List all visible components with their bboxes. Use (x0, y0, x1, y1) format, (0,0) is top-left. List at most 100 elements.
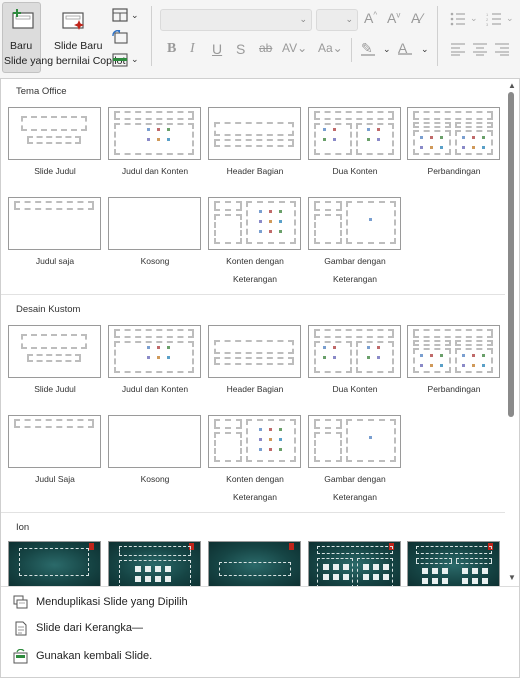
content-icon (363, 574, 369, 580)
layout-thumb-dua-konten[interactable] (308, 107, 401, 160)
section-icon[interactable] (112, 53, 128, 67)
placeholder-box (27, 354, 81, 362)
numbering-icon[interactable]: 123 (486, 12, 502, 26)
layout-thumb-header-bagian[interactable] (208, 325, 301, 378)
content-icon (383, 564, 389, 570)
layout-thumb-gambar-dengan-keterangan[interactable] (308, 197, 401, 250)
ion-layout-thumb[interactable] (108, 541, 201, 586)
content-icon (323, 356, 326, 359)
content-icon (377, 356, 380, 359)
ion-layout-thumb[interactable] (8, 541, 101, 586)
layout-thumb-header-bagian[interactable] (208, 107, 301, 160)
bold-icon[interactable]: B (167, 41, 176, 57)
slides-from-outline-menu-item[interactable]: Slide dari Kerangka— (7, 617, 507, 641)
layout-thumb-judul-saja[interactable] (8, 415, 101, 468)
chevron-down-icon[interactable]: ⌄ (421, 44, 429, 55)
content-icon (462, 364, 465, 367)
content-icon (472, 568, 478, 574)
content-icon (167, 128, 170, 131)
content-icon (367, 128, 370, 131)
bullets-icon[interactable] (450, 12, 466, 26)
align-right-icon[interactable] (494, 42, 510, 56)
gallery-scrollbar[interactable]: ▲ ▼ (505, 79, 519, 586)
content-icon (259, 448, 262, 451)
ion-accent-tab (289, 543, 294, 550)
content-icon (442, 568, 448, 574)
placeholder-box (21, 334, 87, 349)
placeholder-box (114, 123, 194, 155)
content-icon (367, 346, 370, 349)
font-family-combo[interactable]: ⌄ (160, 9, 312, 31)
underline-icon[interactable]: U (212, 41, 222, 57)
content-icon (157, 346, 160, 349)
content-icon (279, 428, 282, 431)
placeholder-box (214, 432, 242, 462)
content-icon (472, 354, 475, 357)
font-size-combo[interactable]: ⌄ (316, 9, 358, 31)
content-icon (482, 364, 485, 367)
content-icon (343, 574, 349, 580)
layout-icon[interactable] (112, 8, 128, 22)
layout-thumb-judul-dan-konten[interactable] (108, 107, 201, 160)
content-icon (167, 356, 170, 359)
content-icon (323, 574, 329, 580)
layout-thumb-judul-dan-konten[interactable] (108, 325, 201, 378)
chevron-down-icon[interactable]: ⌄ (506, 13, 514, 24)
content-icon (259, 428, 262, 431)
content-icon (462, 136, 465, 139)
chevron-down-icon[interactable]: ⌄ (131, 54, 139, 65)
clear-format-icon[interactable]: A∕ (411, 10, 423, 26)
content-icon (333, 346, 336, 349)
decrease-font-icon[interactable]: Av (387, 10, 400, 26)
content-icon (259, 438, 262, 441)
strikethrough-icon[interactable]: ab (259, 41, 272, 55)
menu-separator (1, 586, 519, 587)
change-case-icon[interactable]: Aa⌄ (318, 41, 343, 55)
content-icon (367, 138, 370, 141)
layout-thumb-konten-dengan-keterangan[interactable] (208, 415, 301, 468)
ion-layout-thumb[interactable] (308, 541, 401, 586)
ion-layout-thumb[interactable] (407, 541, 500, 586)
font-color-icon[interactable]: A (398, 40, 412, 56)
layout-thumb-judul-saja[interactable] (8, 197, 101, 250)
layout-thumb-gambar-dengan-keterangan[interactable] (308, 415, 401, 468)
layout-thumb-kosong[interactable] (108, 197, 201, 250)
layout-thumb-perbandingan[interactable] (407, 107, 500, 160)
content-icon (323, 564, 329, 570)
scrollbar-thumb[interactable] (508, 92, 514, 417)
placeholder-box (413, 329, 493, 338)
shadow-icon[interactable]: S (236, 41, 245, 57)
layout-thumb-kosong[interactable] (108, 415, 201, 468)
placeholder-box (413, 340, 451, 346)
chevron-down-icon[interactable]: ⌄ (131, 10, 139, 21)
layout-thumb-dua-konten[interactable] (308, 325, 401, 378)
content-icon (482, 146, 485, 149)
layout-thumb-slide-judul[interactable] (8, 325, 101, 378)
char-spacing-icon[interactable]: AV⌄ (282, 41, 307, 55)
layout-thumb-perbandingan[interactable] (407, 325, 500, 378)
italic-icon[interactable]: I (190, 41, 195, 57)
increase-font-icon[interactable]: A^ (364, 10, 377, 26)
content-icon (440, 354, 443, 357)
section-title-ion: Ion (16, 522, 30, 533)
content-icon (432, 568, 438, 574)
duplicate-slides-menu-item[interactable]: Menduplikasi Slide yang Dipilih (7, 591, 507, 615)
align-left-icon[interactable] (450, 42, 466, 56)
layout-label: Header Bagian (226, 166, 284, 176)
reset-icon[interactable] (112, 30, 128, 44)
layout-thumb-slide-judul[interactable] (8, 107, 101, 160)
scroll-down-icon[interactable]: ▼ (508, 573, 516, 582)
align-center-icon[interactable] (472, 42, 488, 56)
chevron-down-icon[interactable]: ⌄ (383, 44, 391, 55)
highlight-icon[interactable]: ✎ (361, 40, 375, 56)
content-icon (145, 576, 151, 582)
layout-thumb-konten-dengan-keterangan[interactable] (208, 197, 301, 250)
ion-layout-thumb[interactable] (208, 541, 301, 586)
content-icon (383, 574, 389, 580)
chevron-down-icon[interactable]: ⌄ (470, 13, 478, 24)
content-icon (145, 566, 151, 572)
scroll-up-icon[interactable]: ▲ (508, 81, 516, 90)
chevron-down-icon: ⌄ (299, 14, 307, 24)
reuse-slides-menu-item[interactable]: Gunakan kembali Slide. (7, 645, 507, 669)
content-icon (269, 220, 272, 223)
